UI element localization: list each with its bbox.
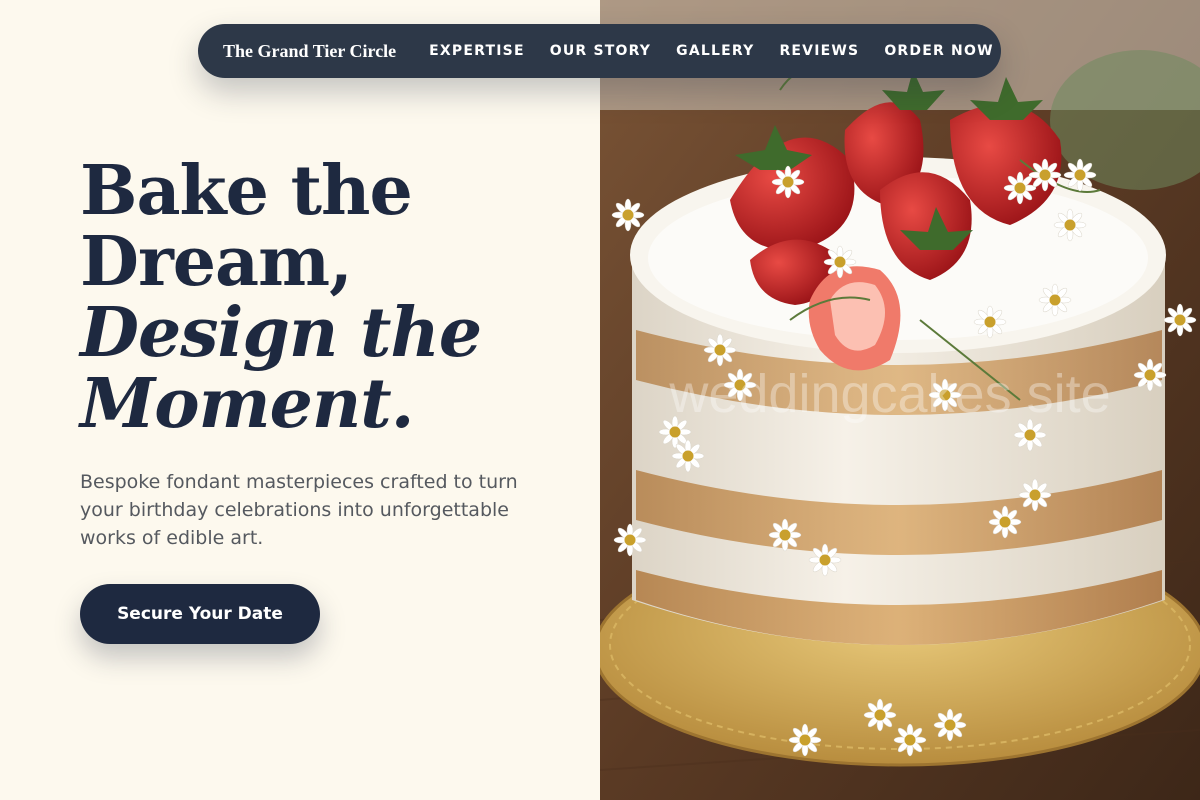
headline-line-2: Dream, bbox=[80, 222, 353, 302]
nav-link-order-now[interactable]: ORDER NOW bbox=[884, 43, 993, 59]
watermark-text: weddingcakes site bbox=[668, 364, 1110, 424]
nav-link-gallery[interactable]: GALLERY bbox=[676, 43, 754, 59]
cake-photo: weddingcakes site bbox=[600, 0, 1200, 800]
headline-line-1: Bake the bbox=[80, 151, 413, 231]
secure-your-date-button[interactable]: Secure Your Date bbox=[80, 584, 320, 644]
hero-subtitle: Bespoke fondant masterpieces crafted to … bbox=[80, 471, 518, 549]
headline-line-4: Moment. bbox=[80, 364, 414, 444]
nav-link-our-story[interactable]: OUR STORY bbox=[550, 43, 651, 59]
nav-link-expertise[interactable]: EXPERTISE bbox=[429, 43, 525, 59]
nav-links: EXPERTISE OUR STORY GALLERY REVIEWS ORDE… bbox=[429, 43, 994, 59]
main-navigation: The Grand Tier Circle EXPERTISE OUR STOR… bbox=[198, 24, 1001, 78]
nav-link-reviews[interactable]: REVIEWS bbox=[779, 43, 859, 59]
headline-line-3: Design the bbox=[80, 293, 482, 373]
brand-logo[interactable]: The Grand Tier Circle bbox=[223, 41, 396, 62]
hero-headline: Bake the Dream, Design the Moment. bbox=[80, 156, 580, 440]
